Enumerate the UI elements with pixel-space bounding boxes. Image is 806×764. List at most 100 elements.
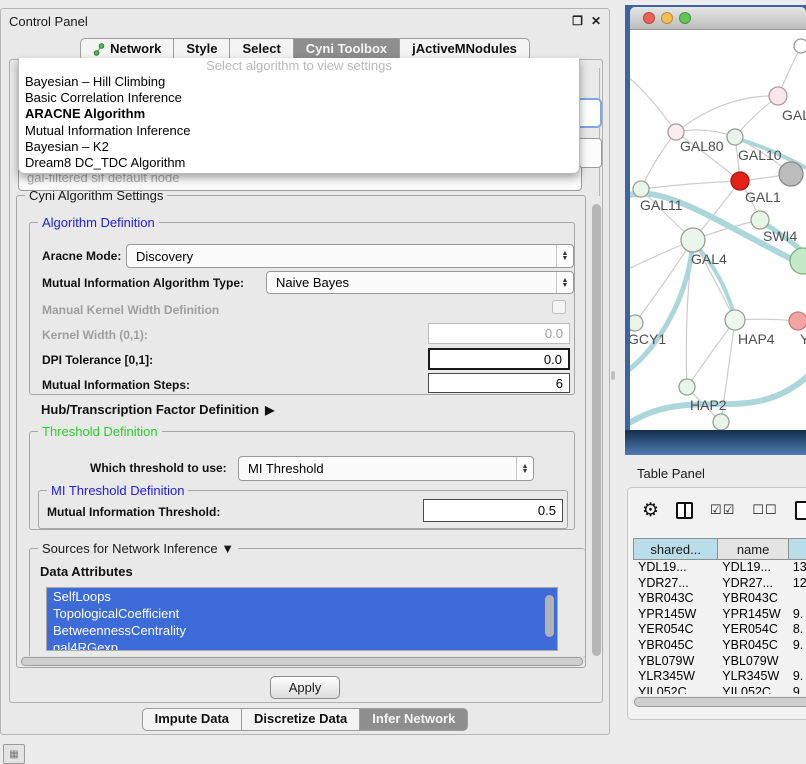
network-node-biggreen[interactable] <box>790 248 806 274</box>
mi-threshold-field[interactable]: 0.5 <box>423 499 563 522</box>
columns-icon[interactable] <box>676 502 693 519</box>
column-header-name[interactable]: name <box>717 538 788 560</box>
attribute-item-topologicalcoefficient[interactable]: TopologicalCoefficient <box>47 605 557 622</box>
algorithm-definition-title: Algorithm Definition <box>38 215 159 230</box>
control-panel-titlebar: Control Panel ❐ ✕ <box>1 9 609 33</box>
aracne-mode-value: Discovery <box>127 249 556 264</box>
network-node-GAL1[interactable] <box>731 172 749 190</box>
mi-steps-label: Mutual Information Steps: <box>42 378 190 392</box>
float-window-icon[interactable]: ❐ <box>572 15 583 27</box>
table-row[interactable]: YER054CYER054C8. <box>633 622 806 638</box>
table-cell <box>788 654 806 670</box>
network-window-titlebar[interactable] <box>630 7 806 30</box>
table-horizontal-scrollbar[interactable] <box>632 696 806 706</box>
aracne-mode-combo[interactable]: Discovery ▲▼ <box>126 244 574 268</box>
table-panel-title: Table Panel <box>637 466 705 481</box>
network-node-GAL7[interactable] <box>769 87 787 105</box>
table-cell: YLR345W <box>633 669 717 685</box>
network-edge <box>641 132 676 189</box>
hub-definition-expander[interactable]: Hub/Transcription Factor Definition▶ <box>41 402 274 417</box>
threshold-definition-title: Threshold Definition <box>38 424 162 439</box>
dock-grid-button[interactable]: ▦ <box>3 744 25 764</box>
network-node-HAP2[interactable] <box>679 379 695 395</box>
network-node-salmon[interactable] <box>789 312 806 330</box>
tab-label: Style <box>186 41 217 57</box>
network-edge <box>630 70 676 132</box>
collapse-down-icon[interactable]: ▼ <box>221 541 234 556</box>
kernel-width-label: Kernel Width (0,1): <box>42 328 148 342</box>
network-edge <box>676 130 735 137</box>
zoom-traffic-light[interactable] <box>679 12 691 24</box>
network-node-GCY1[interactable] <box>630 315 643 331</box>
apply-button[interactable]: Apply <box>270 676 340 699</box>
which-threshold-combo[interactable]: MI Threshold ▲▼ <box>238 456 534 481</box>
settings-vertical-scrollbar[interactable] <box>590 200 602 705</box>
network-node-label: GAL80 <box>680 138 724 154</box>
manual-kernel-checkbox[interactable] <box>552 300 566 314</box>
document-icon[interactable] <box>795 501 806 520</box>
cyni-algorithm-settings-group: Cyni Algorithm Settings Algorithm Defini… <box>16 195 586 668</box>
table-row[interactable]: YBR045CYBR045C9. <box>633 638 806 654</box>
table-cell: 9. <box>788 607 806 623</box>
list-scrollbar[interactable] <box>545 591 554 647</box>
network-node-HAP4[interactable] <box>725 310 745 330</box>
close-icon[interactable]: ✕ <box>591 15 601 27</box>
network-node-GAL11[interactable] <box>633 181 649 197</box>
table-cell: YBR043C <box>633 591 717 607</box>
network-canvas[interactable]: GAL7GAL80GAL10GAL1GAL11SWI4GAL4GCY1HAP4Y… <box>630 30 806 430</box>
network-node-GAL4[interactable] <box>681 228 705 252</box>
attribute-item-selfloops[interactable]: SelfLoops <box>47 588 557 605</box>
network-node-label: GAL10 <box>738 147 782 163</box>
tab-label: Impute Data <box>155 711 229 727</box>
data-attributes-list[interactable]: SelfLoopsTopologicalCoefficientBetweenne… <box>46 587 558 651</box>
algorithm-definition-group: Algorithm Definition Aracne Mode: Discov… <box>29 222 575 395</box>
table-cell: 9. <box>788 669 806 685</box>
which-threshold-value: MI Threshold <box>239 461 516 476</box>
tab-impute-data[interactable]: Impute Data <box>142 708 242 731</box>
mi-steps-field[interactable]: 6 <box>428 373 570 393</box>
minimize-traffic-light[interactable] <box>661 12 673 24</box>
tab-infer-network[interactable]: Infer Network <box>360 708 468 731</box>
network-node-GAL10[interactable] <box>727 129 743 145</box>
table-row[interactable]: YDL19...YDL19...13 <box>633 560 806 576</box>
sources-group: Sources for Network Inference ▼ Data Att… <box>29 548 585 658</box>
sources-group-title: Sources for Network Inference ▼ <box>38 541 238 556</box>
algorithm-option-bayesian-hill-climbing[interactable]: Bayesian – Hill Climbing <box>19 74 579 90</box>
algorithm-option-aracne-algorithm[interactable]: ARACNE Algorithm <box>19 106 579 122</box>
network-node-gray[interactable] <box>779 162 803 186</box>
network-node-bottom[interactable] <box>713 414 729 430</box>
mi-type-combo[interactable]: Naive Bayes ▲▼ <box>266 271 574 294</box>
table-row[interactable]: YBR043CYBR043C <box>633 591 806 607</box>
attribute-item-betweennesscentrality[interactable]: BetweennessCentrality <box>47 622 557 639</box>
mi-threshold-definition-title: MI Threshold Definition <box>47 483 188 498</box>
hidden-group-border <box>599 68 600 196</box>
table-cell: 8. <box>788 622 806 638</box>
column-header-a[interactable]: A <box>788 538 806 560</box>
gear-icon[interactable]: ⚙ <box>642 501 659 520</box>
table-cell: YPR145W <box>633 607 717 623</box>
network-node-top[interactable] <box>794 39 806 53</box>
column-header-shared[interactable]: shared... <box>633 538 717 560</box>
algorithm-option-dream8-dc-tdc-algorithm[interactable]: Dream8 DC_TDC Algorithm <box>19 155 579 171</box>
deselect-all-checkboxes-icon[interactable]: ☐☐ <box>752 502 777 518</box>
algorithm-option-mutual-information-inference[interactable]: Mutual Information Inference <box>19 123 579 139</box>
network-edge-highlighted <box>630 242 693 375</box>
tab-discretize-data[interactable]: Discretize Data <box>242 708 360 731</box>
bottom-tab-bar: Impute Data Discretize Data Infer Network <box>1 708 609 731</box>
dpi-tolerance-field[interactable]: 0.0 <box>428 348 570 370</box>
attribute-item-gal4rgexp[interactable]: gal4RGexp <box>47 639 557 651</box>
close-traffic-light[interactable] <box>643 12 655 24</box>
tab-label: Cyni Toolbox <box>306 41 387 57</box>
table-row[interactable]: YBL079WYBL079W <box>633 654 806 670</box>
tab-label: Discretize Data <box>254 711 347 727</box>
table-row[interactable]: YIL052CYIL052C9. <box>633 685 806 694</box>
table-row[interactable]: YDR27...YDR27...12 <box>633 576 806 592</box>
table-row[interactable]: YPR145WYPR145W9. <box>633 607 806 623</box>
select-all-checkboxes-icon[interactable]: ☑☑ <box>710 502 735 518</box>
table-row[interactable]: YLR345WYLR345W9. <box>633 669 806 685</box>
panel-splitter-handle[interactable] <box>611 371 615 380</box>
settings-horizontal-scrollbar[interactable] <box>19 656 585 665</box>
algorithm-option-basic-correlation-inference[interactable]: Basic Correlation Inference <box>19 90 579 106</box>
network-node-SWI4[interactable] <box>751 211 769 229</box>
algorithm-option-bayesian-k2[interactable]: Bayesian – K2 <box>19 139 579 155</box>
